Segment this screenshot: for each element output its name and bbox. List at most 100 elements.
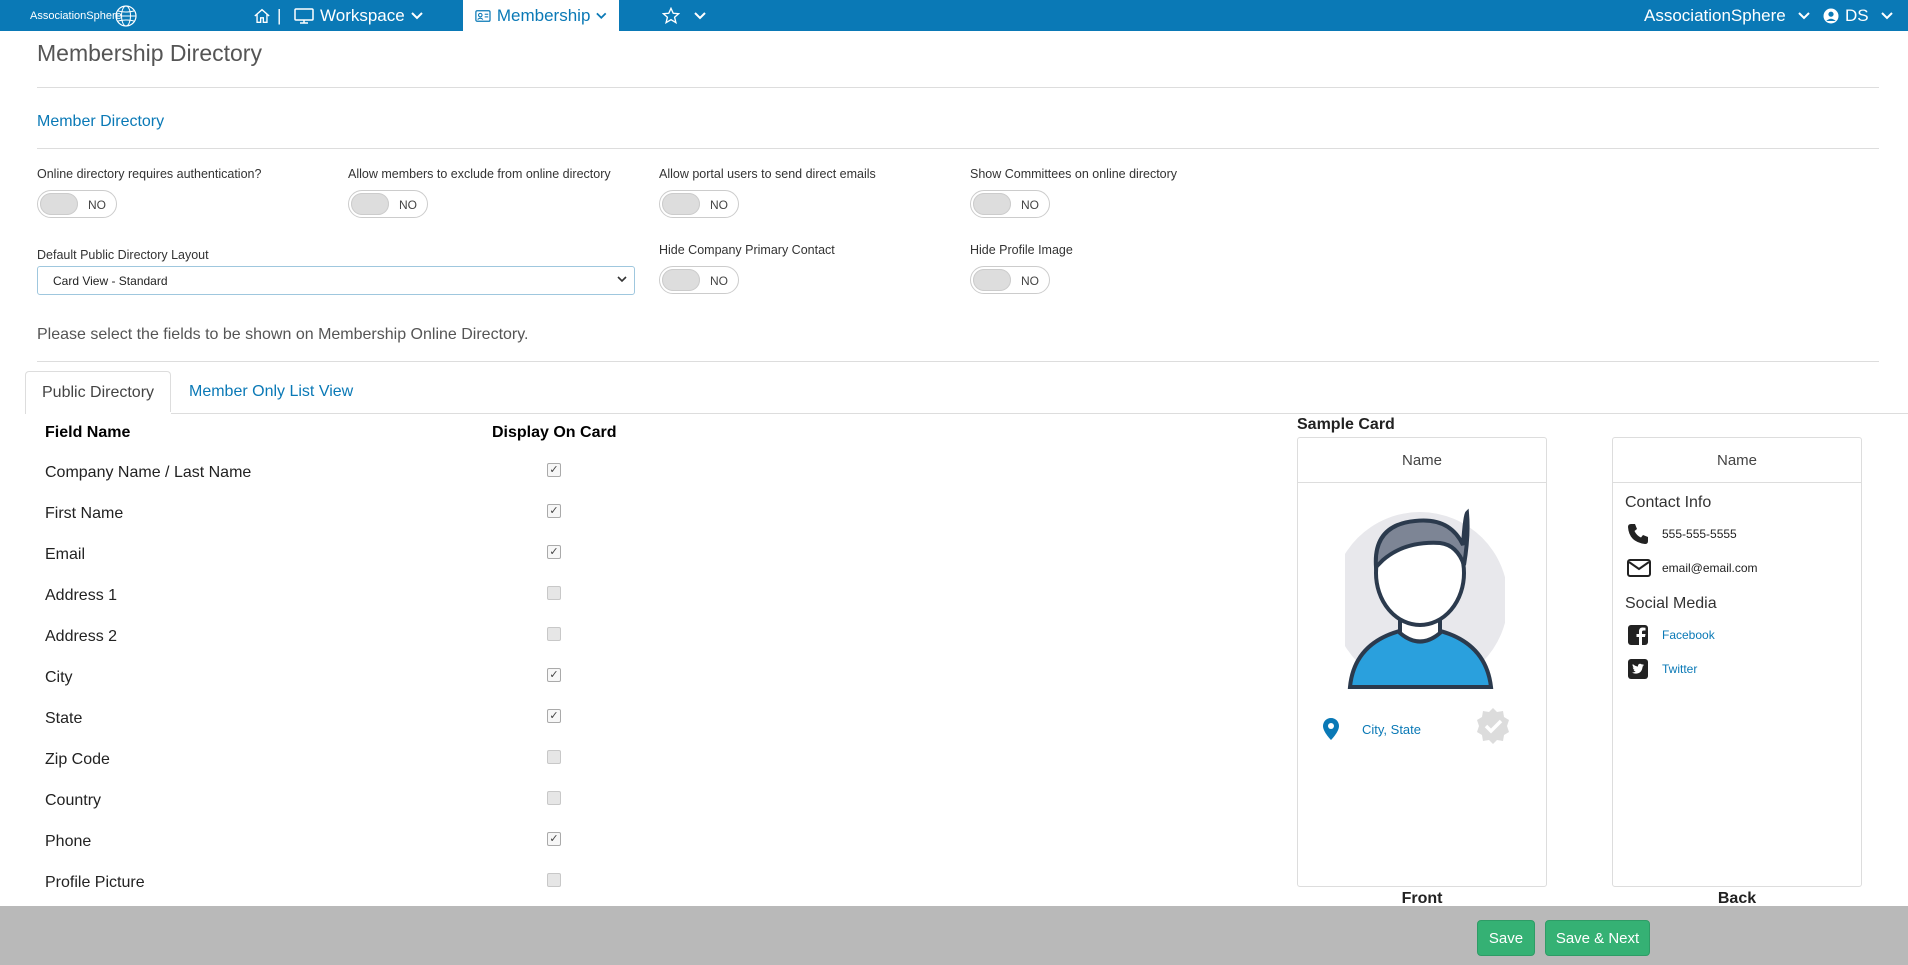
tab-member-only-list[interactable]: Member Only List View [173, 371, 369, 414]
tab-active-mask [26, 412, 171, 415]
display-on-card-checkbox[interactable]: ✓ [547, 832, 561, 846]
field-name: Company Name / Last Name [45, 464, 252, 481]
field-name: Profile Picture [45, 874, 145, 891]
toggle-state: NO [710, 198, 728, 212]
display-on-card-checkbox[interactable]: ✓ [547, 463, 561, 477]
option-label-committees: Show Committees on online directory [970, 167, 1178, 181]
home-icon [254, 8, 270, 23]
org-switcher[interactable]: AssociationSphere [1644, 0, 1810, 31]
tab-public-directory[interactable]: Public Directory [25, 371, 172, 414]
home-link[interactable]: | [253, 6, 281, 26]
option-label-hide-contact: Hide Company Primary Contact [659, 243, 835, 257]
user-menu[interactable]: DS [1823, 0, 1893, 31]
instructions-text: Please select the fields to be shown on … [37, 326, 529, 343]
chevron-down-icon [411, 11, 423, 19]
display-on-card-checkbox[interactable] [547, 750, 561, 764]
twitter-icon [1628, 659, 1648, 679]
field-name: City [45, 669, 73, 686]
chevron-down-icon [617, 276, 627, 283]
chevron-down-icon [1880, 11, 1893, 19]
layout-select[interactable]: Card View - Standard [37, 266, 635, 295]
toggle-knob [662, 193, 700, 215]
toggle-hide-contact[interactable]: NO [659, 266, 739, 294]
phone-icon [1628, 524, 1648, 544]
nav-membership[interactable]: Membership [463, 0, 619, 31]
display-on-card-checkbox[interactable]: ✓ [547, 709, 561, 723]
toggle-committees[interactable]: NO [970, 190, 1050, 218]
divider [37, 148, 1879, 149]
location-pin-icon [1323, 718, 1339, 740]
tab-underline [25, 413, 1908, 414]
field-name: Address 2 [45, 628, 118, 645]
toggle-state: NO [399, 198, 417, 212]
id-card-icon [475, 9, 491, 22]
display-on-card-checkbox[interactable] [547, 627, 561, 641]
divider [37, 87, 1879, 88]
card-phone: 555-555-5555 [1662, 527, 1737, 541]
display-on-card-checkbox[interactable]: ✓ [547, 504, 561, 518]
layout-select-label: Default Public Directory Layout [37, 248, 209, 262]
chevron-down-icon [596, 12, 607, 19]
display-on-card-checkbox[interactable] [547, 586, 561, 600]
option-label-direct-emails: Allow portal users to send direct emails [659, 167, 876, 181]
top-navbar: AssociationSphere | Workspace Membership… [0, 0, 1908, 31]
card-city-state: City, State [1362, 722, 1422, 737]
nav-separator: | [277, 6, 282, 25]
chevron-down-icon [1798, 11, 1810, 19]
toggle-state: NO [88, 198, 106, 212]
option-label-hide-image: Hide Profile Image [970, 243, 1073, 257]
sample-card-title: Sample Card [1297, 416, 1395, 433]
option-label-auth: Online directory requires authentication… [37, 167, 262, 181]
toggle-state: NO [1021, 274, 1039, 288]
field-name: First Name [45, 505, 124, 522]
toggle-knob [973, 193, 1011, 215]
app-logo[interactable]: AssociationSphere [30, 4, 138, 28]
envelope-icon [1627, 559, 1651, 577]
field-name: Phone [45, 833, 92, 850]
layout-select-value: Card View - Standard [53, 274, 168, 288]
divider [37, 361, 1879, 362]
facebook-icon [1628, 625, 1648, 645]
org-name: AssociationSphere [1644, 5, 1786, 25]
save-button[interactable]: Save [1477, 920, 1535, 956]
field-name: Address 1 [45, 587, 118, 604]
nav-workspace-label: Workspace [320, 5, 405, 25]
toggle-direct-emails[interactable]: NO [659, 190, 739, 218]
field-name: State [45, 710, 83, 727]
card-email: email@email.com [1662, 561, 1758, 575]
user-circle-icon [1823, 8, 1839, 23]
nav-workspace[interactable]: Workspace [294, 0, 423, 31]
toggle-knob [40, 193, 78, 215]
field-name: Country [45, 792, 102, 809]
card-back-name: Name [1613, 438, 1861, 483]
nav-membership-label: Membership [496, 5, 591, 25]
toggle-knob [973, 269, 1011, 291]
field-name: Zip Code [45, 751, 110, 768]
display-on-card-checkbox[interactable] [547, 873, 561, 887]
verified-badge-icon [1477, 708, 1509, 744]
star-icon [662, 7, 680, 24]
column-header-field-name: Field Name [45, 424, 131, 441]
twitter-link[interactable]: Twitter [1662, 662, 1697, 676]
display-on-card-checkbox[interactable] [547, 791, 561, 805]
nav-favorites[interactable] [662, 0, 706, 31]
social-media-heading: Social Media [1625, 595, 1717, 612]
globe-icon [115, 5, 137, 27]
monitor-icon [294, 7, 314, 24]
column-header-display: Display On Card [492, 424, 617, 441]
toggle-state: NO [710, 274, 728, 288]
display-on-card-checkbox[interactable]: ✓ [547, 545, 561, 559]
save-next-button[interactable]: Save & Next [1545, 920, 1650, 956]
option-label-exclude: Allow members to exclude from online dir… [348, 167, 611, 181]
toggle-exclude[interactable]: NO [348, 190, 428, 218]
user-initials: DS [1845, 5, 1869, 25]
toggle-hide-image[interactable]: NO [970, 266, 1050, 294]
avatar-placeholder-icon [1345, 508, 1505, 689]
toggle-state: NO [1021, 198, 1039, 212]
toggle-knob [662, 269, 700, 291]
logo-text: AssociationSphere [30, 10, 122, 22]
toggle-auth[interactable]: NO [37, 190, 117, 218]
card-front-name: Name [1298, 438, 1546, 483]
facebook-link[interactable]: Facebook [1662, 628, 1715, 642]
display-on-card-checkbox[interactable]: ✓ [547, 668, 561, 682]
